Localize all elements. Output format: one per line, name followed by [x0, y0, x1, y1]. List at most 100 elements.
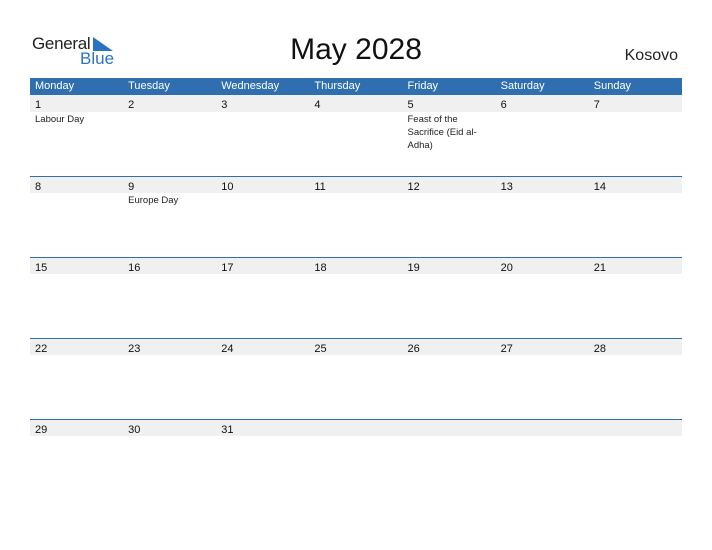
holiday-label: [403, 355, 496, 356]
holiday-label: [589, 274, 682, 275]
page-title: May 2028: [290, 33, 422, 66]
day-number: 21: [593, 262, 606, 274]
day-number: 23: [128, 343, 141, 355]
day-cell: 13: [496, 177, 589, 193]
holiday-label: [123, 355, 216, 356]
day-number: 9: [128, 181, 135, 193]
day-number: 3: [221, 99, 228, 111]
holiday-label: [496, 112, 589, 152]
date-bar: 22 23 24 25 26 27 28: [30, 338, 682, 355]
day-cell: 12: [403, 177, 496, 193]
day-cell: 15: [30, 258, 123, 274]
day-number: 20: [500, 262, 513, 274]
holiday-label: [496, 355, 589, 356]
day-number: 17: [221, 262, 234, 274]
holiday-label: [496, 193, 589, 207]
day-number: 10: [221, 181, 234, 193]
holiday-label: [309, 274, 402, 275]
holiday-row: [30, 274, 682, 275]
weekday-wednesday: Wednesday: [221, 80, 280, 92]
day-cell: 7: [589, 95, 682, 112]
holiday-label: [309, 112, 402, 152]
day-cell: [309, 420, 402, 436]
holiday-label: Feast of the Sacrifice (Eid al-Adha): [407, 114, 477, 151]
weekday-friday: Friday: [407, 80, 439, 92]
day-number: 4: [314, 99, 321, 111]
day-number: 25: [314, 343, 327, 355]
day-number: 11: [314, 181, 326, 193]
date-bar: 8 9 10 11 12 13 14: [30, 176, 682, 193]
weekday-monday: Monday: [35, 80, 75, 92]
day-cell: 3: [216, 95, 309, 112]
country-label: Kosovo: [624, 47, 678, 64]
day-cell: 10: [216, 177, 309, 193]
day-number: 27: [500, 343, 513, 355]
day-cell: 1: [30, 95, 123, 112]
week-row: 1 2 3 4 5 6 7 Labour Day Feast of the Sacrifice …: [30, 95, 682, 176]
day-number: 30: [128, 424, 141, 436]
holiday-label: [309, 436, 402, 437]
holiday-row: Labour Day Feast of the Sacrifice (Eid al…: [30, 112, 682, 152]
holiday-label: [496, 436, 589, 437]
day-cell: 18: [309, 258, 402, 274]
holiday-label: [216, 355, 309, 356]
day-number: 2: [128, 99, 135, 111]
day-number: 8: [35, 181, 42, 193]
day-number: 26: [407, 343, 420, 355]
weekday-header: Monday Tuesday Wednesday Thursday Friday…: [30, 78, 682, 95]
day-cell: 23: [123, 339, 216, 355]
weekday-thursday: Thursday: [314, 80, 361, 92]
week-row: 22 23 24 25 26 27 28: [30, 338, 682, 419]
holiday-label: [589, 436, 682, 437]
day-number: 18: [314, 262, 327, 274]
holiday-label: [589, 193, 682, 207]
day-cell: 16: [123, 258, 216, 274]
day-cell: 8: [30, 177, 123, 193]
holiday-label: [403, 193, 496, 207]
day-number: 7: [593, 99, 600, 111]
day-cell: [496, 420, 589, 436]
day-number: 5: [407, 99, 414, 111]
holiday-label: [496, 274, 589, 275]
date-bar: 1 2 3 4 5 6 7: [30, 95, 682, 112]
holiday-label: [30, 436, 123, 437]
day-cell: 2: [123, 95, 216, 112]
day-cell: [589, 420, 682, 436]
holiday-label: [309, 355, 402, 356]
day-number: 22: [35, 343, 48, 355]
day-cell: 21: [589, 258, 682, 274]
holiday-label: [589, 112, 682, 152]
day-cell: 11: [309, 177, 402, 193]
date-bar: 15 16 17 18 19 20 21: [30, 257, 682, 274]
day-cell: 17: [216, 258, 309, 274]
day-cell: 5: [403, 95, 496, 112]
day-number: 1: [35, 99, 42, 111]
day-cell: 14: [589, 177, 682, 193]
day-cell: 25: [309, 339, 402, 355]
holiday-row: [30, 355, 682, 356]
day-number: 12: [407, 181, 420, 193]
holiday-label: [123, 112, 216, 152]
holiday-label: [216, 436, 309, 437]
day-cell: 6: [496, 95, 589, 112]
holiday-label: Labour Day: [35, 114, 85, 125]
weekday-sunday: Sunday: [593, 80, 632, 92]
week-row: 15 16 17 18 19 20 21: [30, 257, 682, 338]
holiday-row: Europe Day: [30, 193, 682, 207]
holiday-label: [216, 274, 309, 275]
day-number: 16: [128, 262, 141, 274]
calendar-grid: Monday Tuesday Wednesday Thursday Friday…: [30, 78, 682, 500]
day-cell: 19: [403, 258, 496, 274]
day-cell: 22: [30, 339, 123, 355]
day-cell: 20: [496, 258, 589, 274]
holiday-label: [216, 193, 309, 207]
day-cell: 27: [496, 339, 589, 355]
holiday-label: [123, 436, 216, 437]
day-cell: 26: [403, 339, 496, 355]
holiday-label: [30, 193, 123, 207]
date-bar: 29 30 31: [30, 419, 682, 436]
weekday-saturday: Saturday: [500, 80, 545, 92]
holiday-label: Europe Day: [128, 195, 179, 206]
day-number: 15: [35, 262, 48, 274]
day-number: 6: [500, 99, 507, 111]
